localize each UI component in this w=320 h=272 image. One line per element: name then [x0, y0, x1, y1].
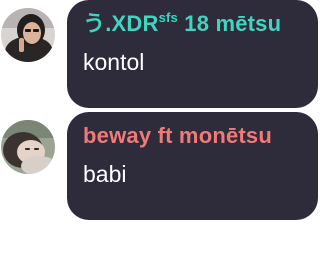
avatar[interactable]: [1, 120, 55, 174]
avatar[interactable]: [1, 8, 55, 62]
chat-message-list: う.XDRsfs 18 mētsu kontol beway ft monēts…: [0, 0, 320, 272]
sender-name-superscript: sfs: [158, 10, 178, 25]
user-avatar-image: [1, 120, 55, 174]
sender-name-prefix: beway ft monētsu: [83, 123, 273, 148]
sender-name[interactable]: beway ft monētsu: [83, 121, 302, 151]
message-text: babi: [83, 161, 127, 187]
sender-name-prefix: う.XDR: [83, 11, 159, 36]
sender-name-suffix: 18 mētsu: [177, 11, 282, 36]
message-bubble[interactable]: beway ft monētsu babi: [67, 112, 318, 220]
message-text: kontol: [83, 49, 145, 75]
message-bubble[interactable]: う.XDRsfs 18 mētsu kontol: [67, 0, 318, 108]
user-avatar-image: [1, 8, 55, 62]
sender-name[interactable]: う.XDRsfs 18 mētsu: [83, 9, 302, 39]
